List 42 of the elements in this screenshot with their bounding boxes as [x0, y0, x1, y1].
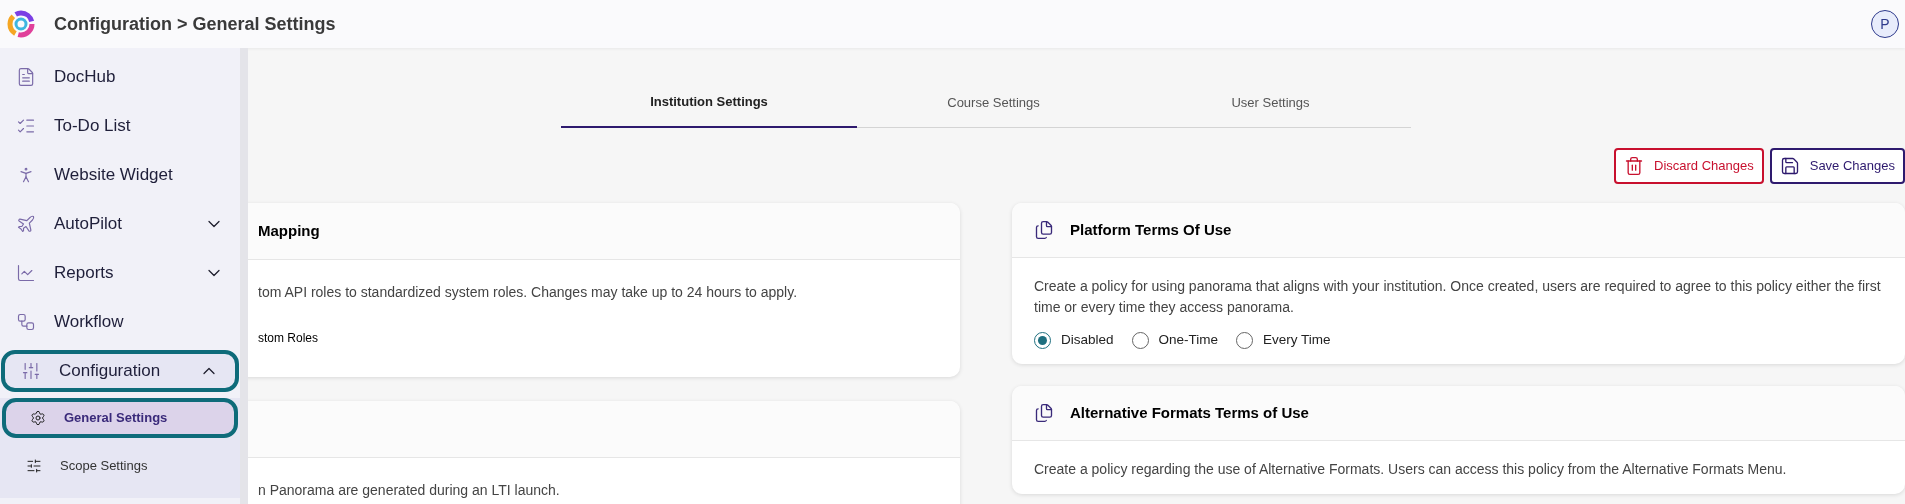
sidebar-subitem[interactable]: Scope Settings: [2, 446, 238, 486]
tab[interactable]: Course Settings: [857, 78, 1130, 128]
sidebar-item[interactable]: Configuration: [1, 350, 239, 392]
page-title: Configuration > General Settings: [54, 12, 336, 36]
workflow-icon: [16, 312, 36, 332]
documents-icon: [1034, 220, 1054, 240]
sidebar-item[interactable]: DocHub: [0, 56, 240, 98]
document-icon: [16, 67, 36, 87]
radio-button[interactable]: [1034, 331, 1051, 349]
sidebar-item[interactable]: Workflow: [0, 301, 240, 343]
sidebar-item[interactable]: AutoPilot: [0, 203, 240, 245]
trash-icon: [1624, 156, 1644, 176]
sidebar-item[interactable]: Reports: [0, 252, 240, 294]
sliders-icon: [21, 361, 41, 381]
logo-icon: [6, 9, 36, 39]
settings-icon: [30, 410, 46, 426]
card-description: Create a policy regarding the use of Alternative Formats. Users can access this policy from the Alternative Formats Menu.: [1034, 460, 1788, 480]
discard-changes-button[interactable]: Discard Changes: [1614, 148, 1764, 184]
card-title: Alternative Formats Terms of Use: [1070, 403, 1309, 423]
radio-button[interactable]: [1131, 331, 1149, 349]
save-changes-button[interactable]: Save Changes: [1769, 148, 1905, 184]
plane-icon: [16, 214, 36, 234]
avatar[interactable]: P: [1871, 10, 1899, 38]
sliders-icon: [26, 458, 42, 474]
tab[interactable]: Institution Settings: [561, 78, 857, 128]
sidebar-item[interactable]: To-Do List: [0, 105, 240, 147]
radio-option[interactable]: Every Time: [1236, 330, 1331, 351]
sidebar-item[interactable]: Website Widget: [0, 154, 240, 196]
line-chart-icon: [16, 263, 36, 283]
card-title: Mapping: [258, 220, 320, 241]
tab[interactable]: User Settings: [1130, 78, 1411, 128]
sidebar-subitem[interactable]: General Settings: [2, 398, 238, 438]
save-icon: [1779, 156, 1800, 176]
card-description: tom API roles to standardized system roles. Changes may take up to 24 hours to apply.: [258, 283, 799, 302]
card-description: Create a policy for using panorama that aligns with your institution. Once created, users are required to agree to this policy either the first time or every time they access panorama.: [1034, 277, 1882, 317]
card-title: Platform Terms Of Use: [1070, 219, 1232, 240]
radio-button[interactable]: [1236, 331, 1254, 349]
card-description: n Panorama are generated during an LTI launch.: [258, 481, 561, 500]
radio-option[interactable]: One-Time: [1131, 330, 1219, 351]
radio-option[interactable]: Disabled: [1034, 330, 1114, 351]
option-label: stom Roles: [258, 330, 320, 347]
documents-icon: [1034, 403, 1054, 424]
